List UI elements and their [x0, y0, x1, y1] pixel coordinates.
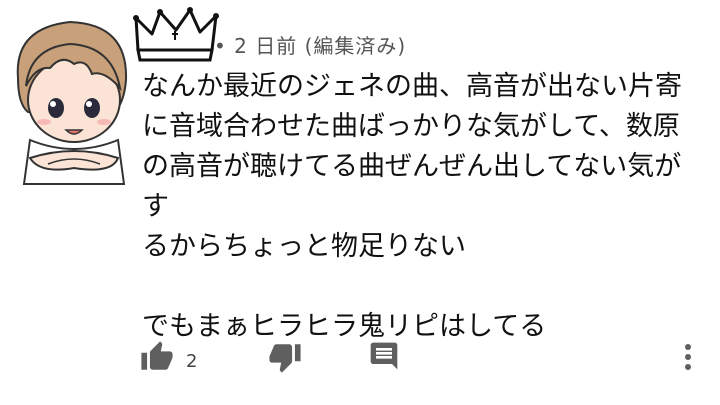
comment-text: なんか最近のジェネの曲、高音が出ない片寄 に音域合わせた曲ばっかりな気がして、数…	[142, 67, 702, 347]
comment-actions: 2	[140, 340, 710, 380]
avatar[interactable]	[0, 8, 140, 188]
reply-icon	[370, 342, 398, 370]
more-vertical-icon	[685, 344, 691, 370]
comment-meta: • 2 日前 (編集済み)	[214, 34, 407, 58]
more-options-button[interactable]	[676, 340, 700, 374]
reply-button[interactable]	[368, 340, 400, 372]
comment-line: なんか最近のジェネの曲、高音が出ない片寄	[142, 71, 682, 102]
avatar-illustration	[16, 20, 128, 185]
dislike-button[interactable]	[268, 340, 302, 374]
comment-line: の高音が聴けてる曲ぜんぜん出してない気がす	[142, 151, 682, 222]
crown-icon	[133, 7, 219, 62]
thumbs-up-icon	[141, 341, 173, 370]
comment-line: るからちょっと物足りない	[142, 231, 466, 262]
like-count: 2	[186, 350, 198, 372]
like-button[interactable]: 2	[140, 340, 197, 374]
comment-line: に音域合わせた曲ばっかりな気がして、数原	[142, 111, 680, 142]
thumbs-down-icon	[269, 344, 301, 373]
